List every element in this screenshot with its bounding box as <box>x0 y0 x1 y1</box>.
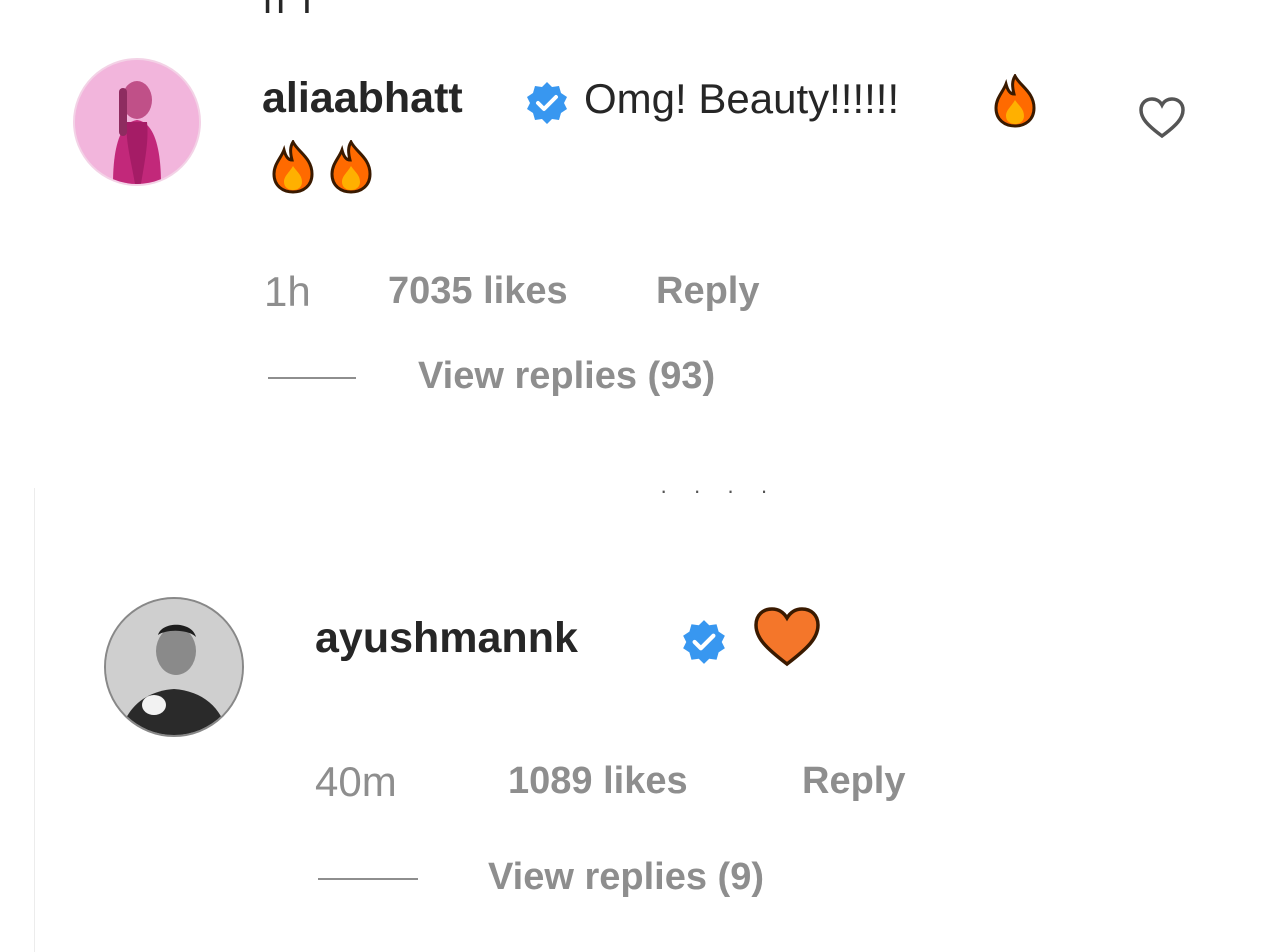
heart-outline-icon[interactable] <box>1137 96 1187 145</box>
avatar[interactable] <box>104 597 244 737</box>
profile-photo-icon <box>75 60 199 184</box>
username[interactable]: ayushmannk <box>315 614 578 663</box>
replies-divider-line <box>318 878 418 880</box>
fire-icon <box>268 138 318 199</box>
orange-heart-icon <box>752 606 822 673</box>
username[interactable]: aliaabhatt <box>262 74 463 123</box>
profile-photo-icon <box>106 599 242 735</box>
more-options-icon[interactable]: · · · · <box>660 478 778 504</box>
reply-button[interactable]: Reply <box>802 760 905 803</box>
likes-count[interactable]: 1089 likes <box>508 760 688 803</box>
view-replies-button[interactable]: View replies (9) <box>488 856 764 899</box>
fire-icon <box>990 72 1040 133</box>
replies-divider-line <box>268 377 356 379</box>
comment-text: Omg! Beauty!!!!!! <box>584 75 900 122</box>
fire-icon <box>326 138 376 199</box>
view-replies-button[interactable]: View replies (93) <box>418 355 715 398</box>
reply-button[interactable]: Reply <box>656 270 759 313</box>
avatar[interactable] <box>73 58 201 186</box>
previous-comment-fragment: ıı ı <box>262 0 315 22</box>
likes-count[interactable]: 7035 likes <box>388 270 568 313</box>
verified-badge-icon <box>680 618 728 671</box>
comment-time: 1h <box>264 268 311 315</box>
comment-time: 40m <box>315 758 397 805</box>
verified-badge-icon <box>524 80 570 131</box>
